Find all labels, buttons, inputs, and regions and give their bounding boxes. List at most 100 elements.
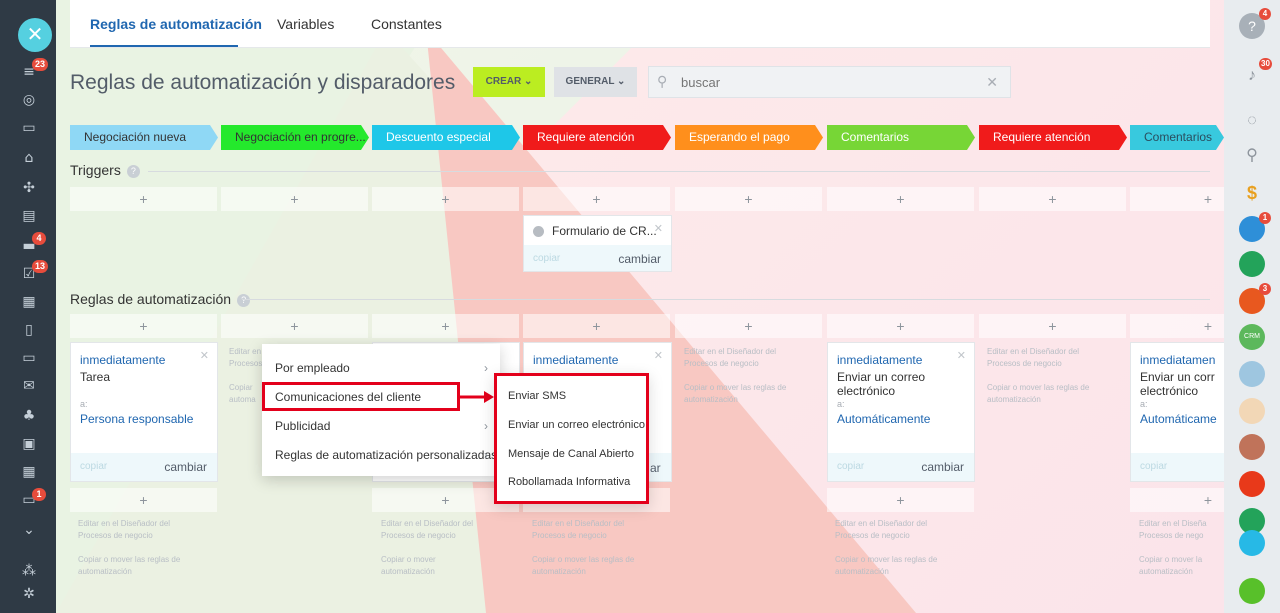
dollar-icon[interactable]: $ [1239,180,1265,206]
stage-8[interactable]: Comentarios [1130,125,1224,150]
change-link[interactable]: cambiar [618,252,661,266]
copy-link[interactable]: copiar [1140,461,1167,472]
rule-responsible[interactable]: Automáticame [1140,412,1217,426]
search-input[interactable] [681,75,961,90]
add-trigger-button[interactable]: + [979,187,1126,211]
copy-link[interactable]: copiar [533,253,560,264]
rule-card[interactable]: inmediatamente ✕ Tarea a: Persona respon… [70,342,218,482]
submenu-item-email[interactable]: Enviar un correo electrónico [508,419,645,431]
target-icon[interactable]: ◎ [20,92,38,108]
stage-6[interactable]: Comentarios [827,125,975,150]
add-rule-button[interactable]: + [1130,314,1224,338]
rule-timing[interactable]: inmediatamente [80,353,165,367]
add-rule-button[interactable]: + [70,314,217,338]
rule-timing[interactable]: inmediatamen [1140,353,1215,367]
tab-constants[interactable]: Constantes [371,16,442,32]
gear-icon[interactable]: ✲ [20,586,38,602]
ghost-process-text: Procesos [229,359,263,368]
lock-green-icon[interactable] [1239,251,1265,277]
search-icon[interactable]: ⚲ [1239,143,1265,169]
divider [148,171,1210,172]
menu-item-custom-rules[interactable]: Reglas de automatización personalizadas › [262,441,500,469]
calendar-grid-icon[interactable]: ▦ [20,294,38,310]
rule-card[interactable]: inmediatamen Enviar un corr electrónico … [1130,342,1224,482]
puzzle-icon[interactable]: ✣ [20,180,38,196]
copy-link[interactable]: copiar [80,461,107,472]
close-icon[interactable]: ✕ [654,222,663,235]
change-link[interactable]: cambiar [164,460,207,474]
rule-responsible[interactable]: Persona responsable [80,412,193,426]
rule-timing[interactable]: inmediatamente [837,353,922,367]
help-icon[interactable]: ? [126,164,140,178]
right-sidebar: ? 4 ♪ 30 ◌ ⚲ $ 1 3 CRM [1224,0,1280,613]
add-trigger-button[interactable]: + [675,187,822,211]
document-icon[interactable]: ▯ [20,322,38,338]
add-rule-button[interactable]: + [372,314,519,338]
copy-link[interactable]: copiar [837,461,864,472]
ghost-process-text: Procesos de negocio [78,531,153,540]
close-icon[interactable]: ✕ [18,18,52,52]
submenu-item-sms[interactable]: Enviar SMS [508,390,566,402]
users-icon[interactable]: ♣ [20,408,38,424]
checklist-icon[interactable] [1239,434,1265,460]
stage-1[interactable]: Negociación nueva [70,125,218,150]
crm-icon[interactable]: CRM [1239,324,1265,350]
add-trigger-button[interactable]: + [70,187,217,211]
submenu-item-robocall[interactable]: Robollamada Informativa [508,476,630,488]
stage-3[interactable]: Descuento especial [372,125,520,150]
main-area: Reglas de automatización Variables Const… [56,0,1224,613]
calendar-icon[interactable]: ▤ [20,208,38,224]
sitemap-icon[interactable]: ⁂ [20,563,38,579]
add-rule-button[interactable]: + [827,488,974,512]
tab-variables[interactable]: Variables [277,16,334,32]
avatar-group[interactable] [1239,398,1265,424]
drive-icon[interactable]: ▭ [20,350,38,366]
chevron-right-icon: › [484,419,488,433]
close-icon[interactable]: ✕ [654,349,663,362]
add-rule-button[interactable]: + [979,314,1126,338]
avatar[interactable] [1239,361,1265,387]
stage-7[interactable]: Requiere atención [979,125,1127,150]
contact-card-icon[interactable]: ▣ [20,436,38,452]
rule-responsible[interactable]: Automáticamente [837,412,930,426]
create-button[interactable]: CREAR ⌄ [473,67,545,97]
chat-bubble-icon[interactable]: ◌ [1239,108,1265,134]
drive-icon[interactable] [1239,530,1265,556]
add-trigger-button[interactable]: + [1130,187,1224,211]
trigger-card[interactable]: Formulario de CR... ✕ copiar cambiar [523,215,672,272]
change-link[interactable]: cambiar [921,460,964,474]
close-icon[interactable]: ✕ [957,349,966,362]
clear-icon[interactable]: ✕ [986,74,998,91]
add-rule-button[interactable]: + [675,314,822,338]
add-trigger-button[interactable]: + [372,187,519,211]
stage-2[interactable]: Negociación en progre... [221,125,369,150]
tab-rules[interactable]: Reglas de automatización [90,16,262,32]
mail-icon[interactable]: ✉ [20,378,38,394]
user-icon[interactable] [1239,471,1265,497]
menu-item-by-employee[interactable]: Por empleado › [262,354,500,382]
grid-icon[interactable]: ▦ [20,464,38,480]
add-rule-button[interactable]: + [827,314,974,338]
stage-4[interactable]: Requiere atención [523,125,671,150]
menu-item-advertising[interactable]: Publicidad › [262,412,500,440]
add-trigger-button[interactable]: + [523,187,670,211]
general-button[interactable]: GENERAL ⌄ [554,67,637,97]
rule-card[interactable]: inmediatamente ✕ Enviar un correo electr… [827,342,975,482]
chevron-down-icon[interactable]: ⌄ [20,522,38,538]
add-trigger-button[interactable]: + [827,187,974,211]
add-rule-button[interactable]: + [70,488,217,512]
phone-icon[interactable] [1239,578,1265,604]
add-rule-button[interactable]: + [221,314,368,338]
close-icon[interactable]: ✕ [200,349,209,362]
help-icon[interactable]: ? [237,293,251,307]
rule-timing[interactable]: inmediatamente [533,353,618,367]
ghost-process-text: Procesos de negocio [532,531,607,540]
stage-label: Negociación en progre... [235,130,366,144]
window-icon[interactable]: ▭ [20,120,38,136]
stage-5[interactable]: Esperando el pago [675,125,823,150]
submenu-item-open-channel[interactable]: Mensaje de Canal Abierto [508,448,634,460]
add-trigger-button[interactable]: + [221,187,368,211]
add-rule-button[interactable]: + [1130,488,1224,512]
cart-icon[interactable]: ⌂ [20,150,38,166]
add-rule-button[interactable]: + [523,314,670,338]
